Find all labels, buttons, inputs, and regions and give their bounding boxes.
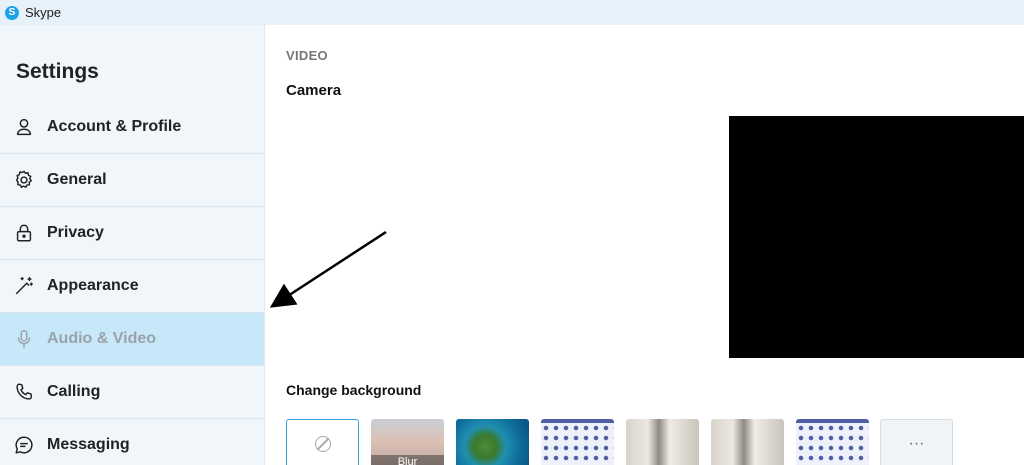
settings-title: Settings — [16, 60, 99, 83]
change-background-label: Change background — [286, 382, 422, 398]
sidebar-item-label: Messaging — [47, 436, 130, 453]
sidebar-item-audio-video[interactable]: Audio & Video — [0, 313, 264, 366]
skype-logo-icon: S — [5, 5, 19, 20]
background-blur-option[interactable]: Blur — [371, 419, 444, 465]
person-icon — [12, 115, 36, 139]
sidebar-item-label: Audio & Video — [47, 330, 157, 347]
background-none-option[interactable] — [286, 419, 359, 465]
microphone-icon — [12, 327, 36, 351]
magic-wand-icon — [12, 274, 36, 298]
app-title: Skype — [25, 5, 62, 20]
background-image-option[interactable] — [541, 419, 614, 465]
sidebar-item-appearance[interactable]: Appearance — [0, 260, 264, 313]
settings-sidebar: Settings Account & Profile General Priva… — [0, 25, 265, 465]
phone-icon — [12, 380, 36, 404]
settings-content: VIDEO Camera Change background Blur ··· — [265, 25, 1024, 465]
section-heading-video: VIDEO — [286, 48, 328, 63]
more-backgrounds-button[interactable]: ··· — [880, 419, 953, 465]
background-image-option[interactable] — [456, 419, 529, 465]
sidebar-item-calling[interactable]: Calling — [0, 366, 264, 419]
sidebar-item-messaging[interactable]: Messaging — [0, 419, 264, 465]
camera-preview — [729, 116, 1024, 358]
sidebar-item-general[interactable]: General — [0, 154, 264, 207]
sidebar-item-account-profile[interactable]: Account & Profile — [0, 101, 264, 154]
background-image-option[interactable] — [626, 419, 699, 465]
background-image-option[interactable] — [796, 419, 869, 465]
background-image-option[interactable] — [711, 419, 784, 465]
sidebar-item-label: General — [47, 171, 107, 188]
sidebar-item-privacy[interactable]: Privacy — [0, 207, 264, 260]
settings-nav: Account & Profile General Privacy Appear… — [0, 101, 264, 465]
lock-icon — [12, 221, 36, 245]
blur-label: Blur — [371, 455, 444, 465]
no-background-icon — [314, 436, 331, 452]
gear-icon — [12, 168, 36, 192]
sidebar-item-label: Calling — [47, 383, 101, 400]
camera-label: Camera — [286, 82, 342, 99]
sidebar-item-label: Privacy — [47, 224, 104, 241]
title-bar: S Skype — [0, 0, 1024, 25]
sidebar-item-label: Appearance — [47, 277, 139, 294]
chat-bubble-icon — [12, 433, 36, 457]
background-options: Blur ··· — [286, 419, 1024, 465]
sidebar-item-label: Account & Profile — [47, 118, 182, 135]
